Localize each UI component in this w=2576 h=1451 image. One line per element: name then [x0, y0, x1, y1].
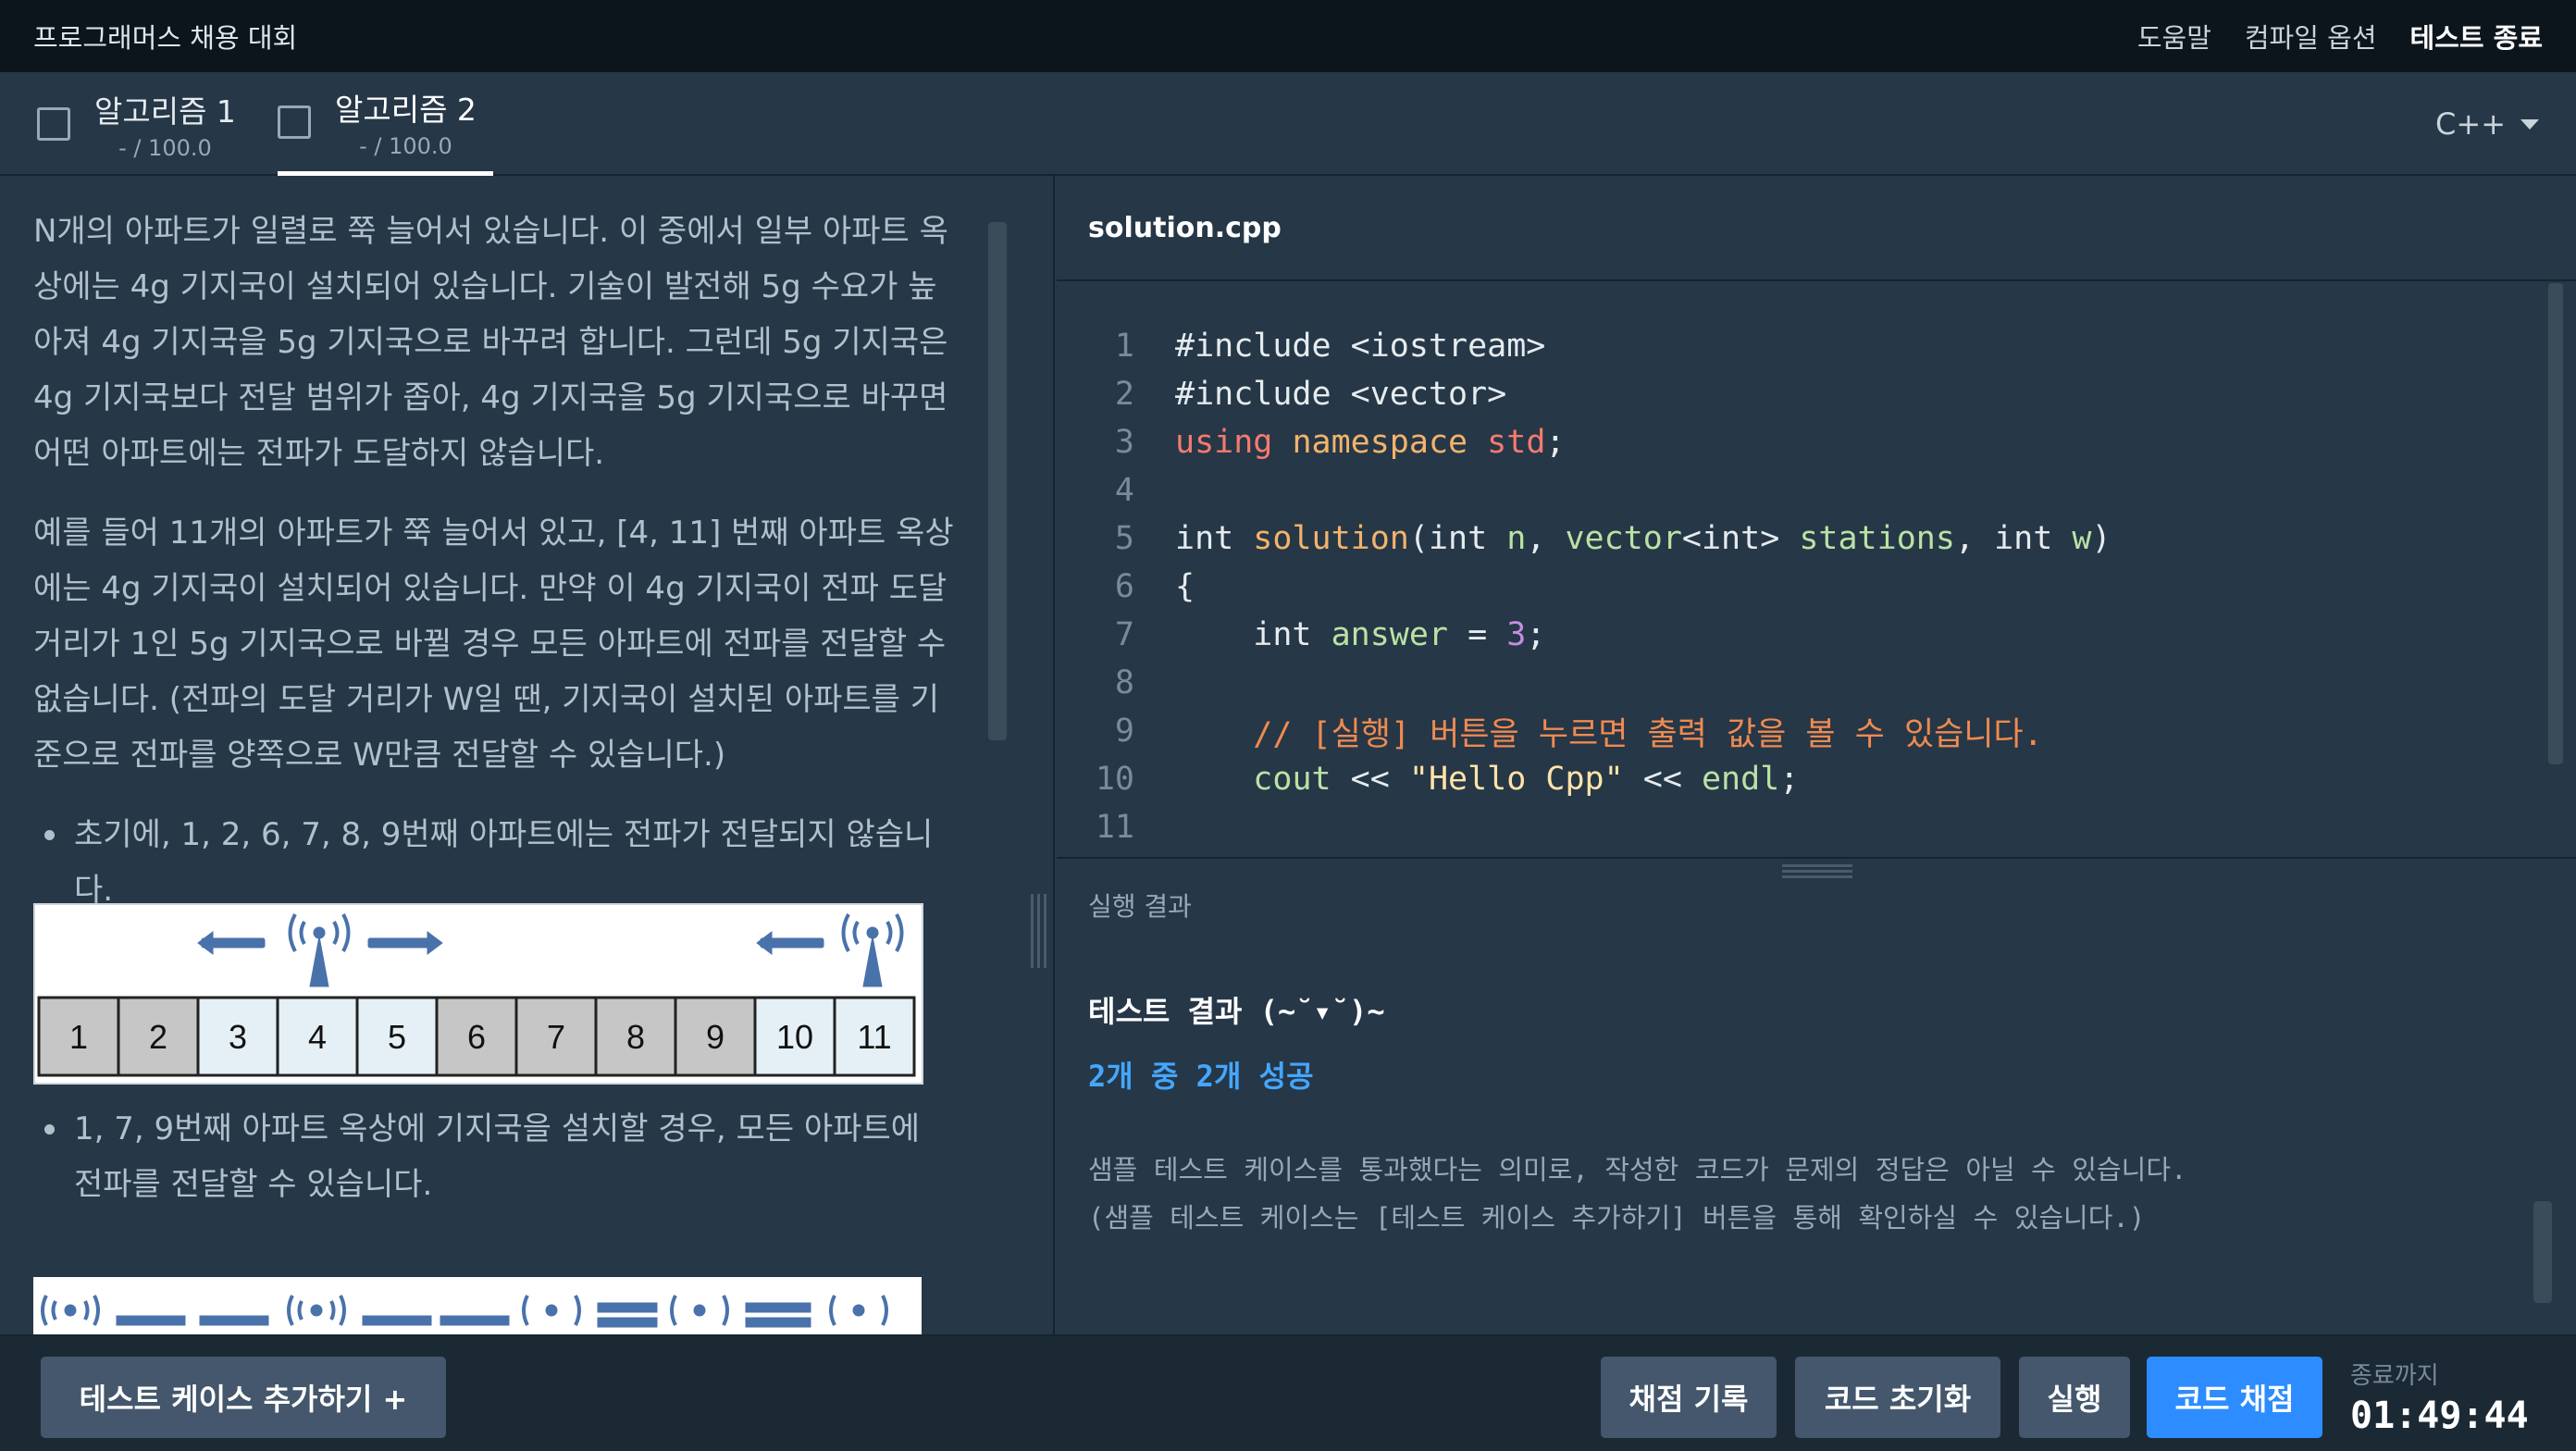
result-panel: 실행 결과 테스트 결과 (~˘▾˘)~ 2개 중 2개 성공 샘플 테스트 케…	[1057, 857, 2576, 1334]
end-test-link[interactable]: 테스트 종료	[2410, 17, 2544, 56]
language-select[interactable]: C++	[2435, 72, 2539, 176]
line-number: 1	[1114, 328, 1134, 365]
tab-algorithm-1[interactable]: 알고리즘 1 - / 100.0	[37, 72, 253, 176]
page-title: 프로그래머스 채용 대회	[33, 22, 298, 54]
result-line-2: 2개 중 2개 성공	[1088, 1059, 1314, 1094]
line-number: 8	[1114, 664, 1134, 701]
apartment-cells: 1 2 3 4 5 6 7 8 9 10 11	[37, 996, 916, 1077]
top-menu: 도움말 컴파일 옵션 테스트 종료	[2137, 17, 2543, 56]
apartment-diagram-solution-svg	[41, 1295, 888, 1328]
code-line[interactable]: 6 {	[1057, 563, 1195, 611]
code-line[interactable]: 8	[1057, 659, 1134, 707]
code-line[interactable]: 9 // [실행] 버튼을 누르면 출력 값을 볼 수 있습니다.	[1057, 707, 2043, 755]
tab-checkbox-icon	[37, 107, 70, 141]
problem-description: N개의 아파트가 일렬로 쭉 늘어서 있습니다. 이 중에서 일부 아파트 옥상…	[33, 204, 959, 942]
tab-checkbox-icon	[278, 105, 311, 139]
line-number: 7	[1114, 616, 1134, 653]
apartment-diagram-initial: 1 2 3 4 5 6 7 8 9 10 11	[33, 903, 923, 1085]
grading-history-button[interactable]: 채점 기록	[1601, 1357, 1777, 1438]
apartment-cell-label: 1	[69, 1018, 88, 1056]
problem-panel: N개의 아파트가 일렬로 쭉 늘어서 있습니다. 이 중에서 일부 아파트 옥상…	[0, 176, 1055, 1334]
code-line[interactable]: 1 #include <iostream>	[1057, 322, 1545, 370]
apartment-diagram-svg: 1 2 3 4 5 6 7 8 9 10 11	[37, 913, 916, 1077]
compile-options-link[interactable]: 컴파일 옵션	[2245, 17, 2377, 56]
tower-icon	[756, 913, 904, 987]
apartment-cell-label: 11	[857, 1018, 891, 1056]
split-resize-handle[interactable]	[1029, 894, 1049, 968]
code-line[interactable]: 4	[1057, 466, 1134, 515]
code-line[interactable]: 3 using namespace std;	[1057, 418, 1566, 466]
tab-score: - / 100.0	[118, 135, 212, 161]
line-number: 2	[1114, 376, 1134, 413]
line-number: 11	[1095, 809, 1134, 846]
code-line[interactable]: 11	[1057, 803, 1134, 851]
timer: 종료까지 01:49:44	[2350, 1357, 2529, 1437]
problem-bullet-2: 1, 7, 9번째 아파트 옥상에 기지국을 설치할 경우, 모든 아파트에 전…	[33, 1101, 959, 1212]
language-value: C++	[2435, 106, 2506, 142]
reset-code-button[interactable]: 코드 초기화	[1795, 1357, 2000, 1438]
problem-bullets-2: 1, 7, 9번째 아파트 옥상에 기지국을 설치할 경우, 모든 아파트에 전…	[33, 1101, 959, 1212]
editor-scrollbar[interactable]	[2548, 283, 2563, 764]
result-line-1: 테스트 결과 (~˘▾˘)~	[1088, 994, 1385, 1029]
tower-icon	[197, 913, 443, 987]
line-number: 3	[1114, 424, 1134, 461]
code-line[interactable]: 5 int solution(int n, vector<int> statio…	[1057, 515, 2112, 563]
tab-score: - / 100.0	[359, 132, 452, 159]
add-test-case-button[interactable]: 테스트 케이스 추가하기 +	[41, 1357, 446, 1438]
apartment-diagram-solution	[33, 1277, 922, 1334]
tab-label: 알고리즘 2	[335, 91, 477, 128]
tab-label: 알고리즘 1	[94, 93, 236, 130]
result-title: 실행 결과	[1088, 891, 1192, 922]
problem-description-2: 1, 7, 9번째 아파트 옥상에 기지국을 설치할 경우, 모든 아파트에 전…	[33, 1101, 959, 1236]
apartment-cell-label: 7	[547, 1018, 565, 1056]
apartment-cell-label: 4	[308, 1018, 327, 1056]
result-scrollbar[interactable]	[2533, 1201, 2552, 1303]
line-number: 9	[1114, 713, 1134, 750]
result-line-3: 샘플 테스트 케이스를 통과했다는 의미로, 작성한 코드가 문제의 정답은 아…	[1088, 1154, 2187, 1185]
line-number: 6	[1114, 568, 1134, 605]
apartment-cell-label: 3	[229, 1018, 247, 1056]
editor-filename: solution.cpp	[1088, 211, 1282, 244]
run-button[interactable]: 실행	[2019, 1357, 2130, 1438]
result-resize-handle[interactable]	[1782, 862, 1852, 879]
apartment-cell-label: 5	[388, 1018, 406, 1056]
tower-row-icon	[41, 1295, 888, 1328]
tab-algorithm-2[interactable]: 알고리즘 2 - / 100.0	[278, 72, 493, 176]
problem-paragraph-1: N개의 아파트가 일렬로 쭉 늘어서 있습니다. 이 중에서 일부 아파트 옥상…	[33, 213, 948, 472]
problem-bullets: 초기에, 1, 2, 6, 7, 8, 9번째 아파트에는 전파가 전달되지 않…	[33, 807, 959, 918]
top-bar: 프로그래머스 채용 대회 도움말 컴파일 옵션 테스트 종료	[0, 0, 2576, 72]
timer-value: 01:49:44	[2350, 1395, 2529, 1437]
apartment-cell-label: 8	[626, 1018, 645, 1056]
code-editor[interactable]: 1 #include <iostream> 2 #include <vector…	[1057, 283, 2576, 855]
apartment-cell-label: 9	[706, 1018, 724, 1056]
problem-paragraph-2: 예를 들어 11개의 아파트가 쭉 늘어서 있고, [4, 11] 번째 아파트…	[33, 515, 954, 774]
result-output: 테스트 결과 (~˘▾˘)~ 2개 중 2개 성공 샘플 테스트 케이스를 통과…	[1088, 988, 2186, 1242]
code-line[interactable]: 10 cout << "Hello Cpp" << endl;	[1057, 755, 1800, 803]
problem-tabs: 알고리즘 1 - / 100.0 알고리즘 2 - / 100.0 C++	[0, 72, 2576, 176]
code-line[interactable]: 2 #include <vector>	[1057, 370, 1506, 418]
line-number: 4	[1114, 472, 1134, 509]
problem-bullet-1: 초기에, 1, 2, 6, 7, 8, 9번째 아파트에는 전파가 전달되지 않…	[33, 807, 959, 918]
problem-scrollbar[interactable]	[988, 222, 1007, 740]
apartment-cell-label: 6	[467, 1018, 486, 1056]
result-line-4: (샘플 테스트 케이스는 [테스트 케이스 추가하기] 버튼을 통해 확인하실 …	[1088, 1202, 2146, 1234]
caret-down-icon	[2520, 118, 2539, 130]
line-number: 10	[1095, 761, 1134, 798]
timer-label: 종료까지	[2350, 1362, 2439, 1390]
bottom-bar: 테스트 케이스 추가하기 + 채점 기록 코드 초기화 실행 코드 채점 종료까…	[0, 1334, 2576, 1451]
apartment-cell-label: 10	[776, 1018, 813, 1056]
line-number: 5	[1114, 520, 1134, 557]
code-line[interactable]: 7 int answer = 3;	[1057, 611, 1545, 659]
submit-code-button[interactable]: 코드 채점	[2147, 1357, 2322, 1438]
editor-header: solution.cpp	[1057, 176, 2576, 281]
help-link[interactable]: 도움말	[2137, 17, 2211, 56]
apartment-cell-label: 2	[149, 1018, 167, 1056]
